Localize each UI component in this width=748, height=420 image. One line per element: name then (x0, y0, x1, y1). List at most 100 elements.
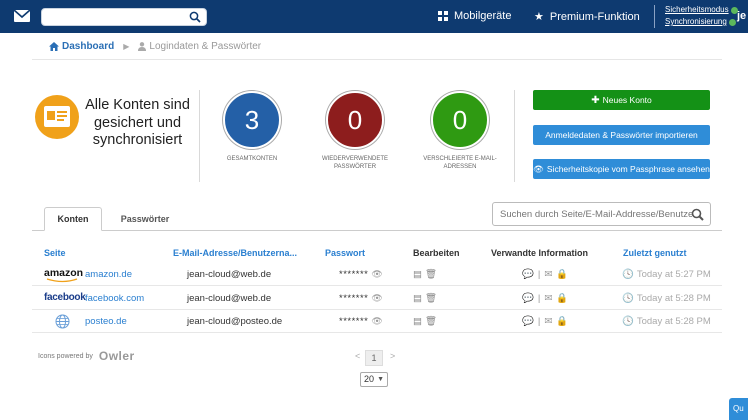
divider (514, 90, 515, 182)
separator: | (537, 316, 541, 327)
nav-premium[interactable]: ★ Premium-Funktion (534, 10, 640, 24)
pager-prev-button[interactable]: < (355, 351, 360, 361)
eye-icon[interactable]: 👁 (371, 269, 383, 280)
envelope-icon[interactable]: ✉ (544, 269, 552, 280)
last-used: 🕓 Today at 5:28 PM (622, 316, 711, 327)
user-menu[interactable]: je (737, 10, 746, 22)
divider (199, 90, 200, 182)
eye-icon[interactable]: 👁 (371, 316, 383, 327)
chat-icon[interactable]: 💬 (522, 293, 534, 304)
security-status[interactable]: Sicherheitsmodus (665, 4, 738, 16)
security-status-label: Sicherheitsmodus (665, 5, 729, 14)
mail-icon[interactable] (14, 10, 30, 22)
table-row[interactable]: facebook facebook.com jean-cloud@web.de … (32, 287, 722, 310)
eye-icon: 👁 (533, 163, 544, 174)
separator: | (537, 269, 541, 280)
eye-icon[interactable]: 👁 (371, 293, 383, 304)
status-dot-icon (728, 18, 736, 26)
edit-icon[interactable]: ▤ (413, 269, 422, 280)
table-search[interactable] (492, 202, 711, 226)
sync-status[interactable]: Synchronisierung (665, 16, 738, 28)
table-row[interactable]: amazon amazon.de jean-cloud@web.de *****… (32, 263, 722, 286)
edit-icon[interactable]: ▤ (413, 316, 422, 327)
table-row[interactable]: posteo.de jean-cloud@posteo.de ******* 👁… (32, 310, 722, 333)
icons-attribution: Icons powered by Owler (38, 349, 135, 363)
column-header-last-used[interactable]: Zuletzt genutzt (623, 248, 687, 258)
nav-mobile-devices[interactable]: Mobilgeräte (438, 10, 511, 22)
tab-passwords[interactable]: Passwörter (112, 207, 178, 231)
stat-reused-passwords[interactable]: 0 WIEDERVERWENDETE PASSWÖRTER (318, 91, 392, 171)
top-divider (654, 5, 655, 28)
tab-accounts[interactable]: Konten (44, 207, 102, 231)
corner-help-button[interactable]: Qu (729, 398, 748, 420)
search-icon[interactable] (691, 208, 704, 221)
breadcrumb: Dashboard ▶ Logindaten & Passwörter (49, 41, 261, 52)
new-account-button[interactable]: ✚ Neues Konto (533, 90, 710, 110)
star-icon: ★ (534, 11, 544, 23)
nav-premium-label: Premium-Funktion (549, 10, 640, 23)
clock-icon: 🕓 (622, 316, 634, 327)
chat-icon[interactable]: 💬 (522, 269, 534, 280)
stat-masked-label: VERSCHLEIERTE E-MAIL-ADRESSEN (423, 156, 497, 170)
pager-page-button[interactable]: 1 (365, 350, 383, 366)
breadcrumb-home[interactable]: Dashboard (49, 41, 114, 52)
site-link[interactable]: facebook.com (85, 293, 144, 304)
envelope-icon[interactable]: ✉ (544, 316, 552, 327)
password-mask: ******* (339, 293, 369, 304)
email-value: jean-cloud@posteo.de (187, 316, 283, 327)
last-used-value: Today at 5:27 PM (636, 269, 711, 280)
sync-status-label: Synchronisierung (665, 17, 727, 26)
last-used: 🕓 Today at 5:28 PM (622, 293, 711, 304)
breadcrumb-current: Logindaten & Passwörter (138, 41, 261, 52)
id-card-icon (44, 106, 70, 127)
edit-icon[interactable]: ▤ (413, 293, 422, 304)
sync-headline: Alle Konten sind gesichert und synchroni… (85, 97, 190, 148)
per-page-value: 20 (364, 374, 375, 384)
stat-reused-value: 0 (326, 91, 384, 149)
table-search-input[interactable] (500, 203, 692, 225)
lock-icon[interactable]: 🔒 (556, 269, 568, 280)
view-backup-button[interactable]: 👁 Sicherheitskopie vom Passphrase ansehe… (533, 159, 710, 179)
lock-icon[interactable]: 🔒 (556, 293, 568, 304)
global-search[interactable] (41, 8, 207, 26)
search-icon[interactable] (189, 11, 201, 23)
password-mask: ******* (339, 269, 369, 280)
column-header-related: Verwandte Information (491, 248, 589, 258)
global-search-input[interactable] (48, 9, 188, 25)
related-info: 💬 | ✉ 🔒 (522, 293, 568, 304)
user-icon (138, 42, 147, 51)
home-icon (49, 42, 59, 51)
site-link[interactable]: posteo.de (85, 316, 127, 327)
email-value: jean-cloud@web.de (187, 269, 272, 280)
password-value: ******* 👁 (339, 293, 383, 304)
breadcrumb-home-label: Dashboard (62, 41, 115, 52)
owler-logo[interactable]: Owler (99, 349, 135, 363)
chevron-right-icon: ▶ (123, 42, 130, 51)
lock-icon[interactable]: 🔒 (556, 316, 568, 327)
trash-icon[interactable]: 🗑 (425, 316, 437, 327)
pager-next-button[interactable]: > (390, 351, 395, 361)
chevron-down-icon: ▼ (377, 376, 384, 383)
trash-icon[interactable]: 🗑 (425, 293, 437, 304)
last-used-value: Today at 5:28 PM (636, 316, 711, 327)
column-header-email[interactable]: E-Mail-Adresse/Benutzerna... (173, 248, 297, 258)
edit-actions: ▤ 🗑 (413, 316, 437, 327)
amazon-smile-icon (46, 278, 78, 283)
column-header-password[interactable]: Passwort (325, 248, 365, 258)
stat-total-value: 3 (223, 91, 281, 149)
stat-total-accounts[interactable]: 3 GESAMTKONTEN (222, 91, 282, 163)
site-link[interactable]: amazon.de (85, 269, 132, 280)
trash-icon[interactable]: 🗑 (425, 269, 437, 280)
column-header-site[interactable]: Seite (44, 248, 66, 258)
nav-mobile-label: Mobilgeräte (454, 10, 512, 22)
stat-masked-emails[interactable]: 0 VERSCHLEIERTE E-MAIL-ADRESSEN (420, 91, 500, 171)
password-value: ******* 👁 (339, 269, 383, 280)
envelope-icon[interactable]: ✉ (544, 293, 552, 304)
per-page-select[interactable]: 20 ▼ (360, 372, 388, 387)
view-backup-label: Sicherheitskopie vom Passphrase ansehen (546, 164, 710, 174)
status-stack: Sicherheitsmodus Synchronisierung (665, 4, 738, 28)
import-button[interactable]: Anmeldedaten & Passwörter importieren (533, 125, 710, 145)
chat-icon[interactable]: 💬 (522, 316, 534, 327)
divider (32, 59, 722, 60)
globe-icon (55, 314, 70, 329)
